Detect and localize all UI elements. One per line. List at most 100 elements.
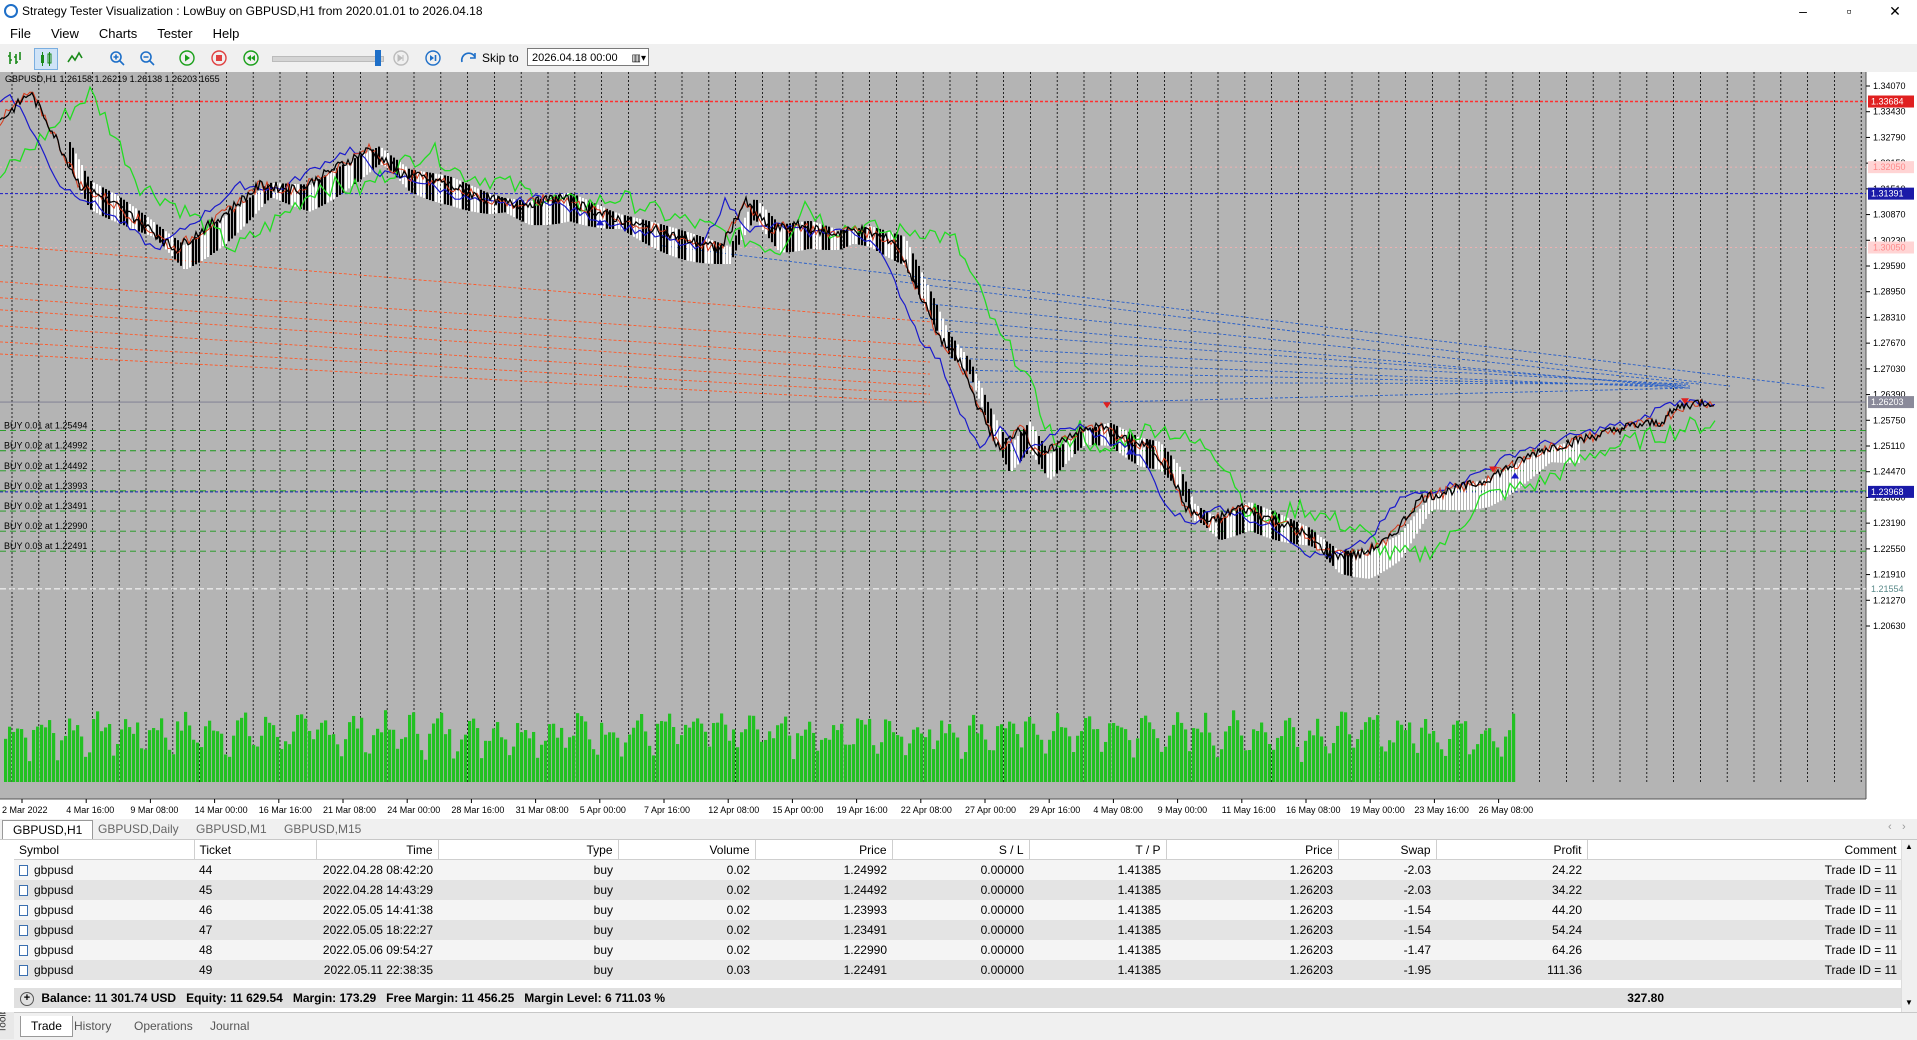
volume-bar	[1344, 712, 1348, 782]
volume-bar	[1480, 733, 1484, 782]
volume-bar	[924, 737, 928, 782]
volume-bar	[1300, 761, 1304, 782]
chart-tab-gbpusd-m1[interactable]: GBPUSD,M1	[186, 820, 277, 838]
table-row[interactable]: gbpusd 48 2022.05.06 09:54:27 buy 0.02 1…	[14, 940, 1902, 960]
time-scale-label: 4 May 08:00	[1093, 805, 1143, 815]
trades-scrollbar[interactable]: ▲ ▼	[1901, 840, 1917, 1012]
tab-journal[interactable]: Journal	[200, 1016, 259, 1036]
col-volume[interactable]: Volume	[618, 840, 756, 860]
volume-bar	[720, 713, 724, 782]
col-comment[interactable]: Comment	[1587, 840, 1903, 860]
volume-bar	[196, 742, 200, 782]
speed-slider-thumb[interactable]	[375, 50, 381, 66]
price-scale-label: 1.21910	[1873, 570, 1906, 580]
cell-swap: -1.54	[1338, 920, 1436, 940]
menu-view[interactable]: View	[41, 24, 89, 43]
tab-history[interactable]: History	[64, 1016, 121, 1036]
step-icon[interactable]	[390, 48, 412, 68]
menu-charts[interactable]: Charts	[89, 24, 147, 43]
chart-tab-gbpusd-m15[interactable]: GBPUSD,M15	[274, 820, 371, 838]
col-time[interactable]: Time	[316, 840, 439, 860]
menu-file[interactable]: File	[0, 24, 41, 43]
bar-chart-icon[interactable]	[4, 48, 26, 68]
cell-tp: 1.41385	[1029, 900, 1166, 920]
volume-bar	[488, 740, 492, 782]
buy-order-label: BUY 0.01 at 1.25494	[4, 421, 87, 431]
volume-bar	[256, 746, 260, 782]
tab-scroll-left-icon[interactable]: ‹	[1888, 821, 1892, 833]
chart-canvas[interactable]: 1.340701.334301.327901.321501.315101.308…	[0, 72, 1917, 819]
volume-bar	[728, 740, 732, 782]
candles-icon[interactable]	[34, 48, 58, 70]
volume-bar	[1308, 730, 1312, 782]
table-row[interactable]: gbpusd 49 2022.05.11 22:38:35 buy 0.03 1…	[14, 960, 1902, 980]
cell-ticket: 48	[194, 940, 316, 960]
volume-bar	[948, 723, 952, 782]
time-scale-label: 9 May 00:00	[1158, 805, 1208, 815]
tab-scroll-right-icon[interactable]: ›	[1902, 821, 1906, 833]
tab-operations[interactable]: Operations	[124, 1016, 203, 1036]
line-chart-icon[interactable]	[64, 48, 86, 68]
col-symbol[interactable]: Symbol	[14, 840, 195, 860]
menu-help[interactable]: Help	[203, 24, 250, 43]
volume-bar	[876, 753, 880, 782]
cell-ticket: 47	[194, 920, 316, 940]
table-row[interactable]: gbpusd 45 2022.04.28 14:43:29 buy 0.02 1…	[14, 880, 1902, 900]
rewind-icon[interactable]	[240, 48, 262, 68]
volume-bar	[1364, 722, 1368, 782]
volume-bar	[1280, 736, 1284, 782]
volume-bar	[932, 749, 936, 782]
cell-sl: 0.00000	[892, 920, 1029, 940]
table-row[interactable]: gbpusd 44 2022.04.28 08:42:20 buy 0.02 1…	[14, 859, 1902, 880]
zoom-out-icon[interactable]	[136, 48, 158, 68]
stop-icon[interactable]	[208, 48, 230, 68]
speed-slider[interactable]	[272, 50, 384, 66]
chart-tab-gbpusd-h1[interactable]: GBPUSD,H1	[2, 820, 94, 839]
scroll-up-icon[interactable]: ▲	[1905, 842, 1913, 851]
chart-tab-gbpusd-daily[interactable]: GBPUSD,Daily	[88, 820, 189, 838]
volume-bar	[880, 742, 884, 782]
maximize-button[interactable]: ▫	[1826, 0, 1872, 24]
skip-end-icon[interactable]	[422, 48, 444, 68]
volume-bar	[288, 744, 292, 782]
volume-bar	[972, 714, 976, 782]
close-button[interactable]: ✕	[1872, 0, 1917, 24]
col-swap[interactable]: Swap	[1338, 840, 1437, 860]
menu-tester[interactable]: Tester	[147, 24, 202, 43]
table-row[interactable]: gbpusd 47 2022.05.05 18:22:27 buy 0.02 1…	[14, 920, 1902, 940]
cell-comment: Trade ID = 11	[1587, 859, 1902, 880]
volume-bar	[1420, 727, 1424, 782]
volume-bar	[436, 718, 440, 782]
zoom-in-icon[interactable]	[106, 48, 128, 68]
scroll-down-icon[interactable]: ▼	[1905, 998, 1913, 1007]
volume-bar	[912, 729, 916, 782]
price-chart[interactable]: 1.340701.334301.327901.321501.315101.308…	[0, 72, 1917, 819]
volume-bar	[1392, 742, 1396, 782]
col-current-price[interactable]: Price	[1166, 840, 1339, 860]
col-profit[interactable]: Profit	[1436, 840, 1588, 860]
calendar-dropdown-icon[interactable]: ▥▾	[632, 50, 646, 68]
table-row[interactable]: gbpusd 46 2022.05.05 14:41:38 buy 0.02 1…	[14, 900, 1902, 920]
expand-icon[interactable]: +	[20, 991, 34, 1006]
minimize-button[interactable]: –	[1780, 0, 1826, 24]
volume-bar	[448, 729, 452, 782]
cell-sl: 0.00000	[892, 859, 1029, 880]
volume-bar	[956, 737, 960, 782]
col-type[interactable]: Type	[438, 840, 619, 860]
col-ticket[interactable]: Ticket	[194, 840, 317, 860]
volume-bar	[1044, 753, 1048, 782]
account-summary-row[interactable]: + Balance: 11 301.74 USD Equity: 11 629.…	[14, 988, 1902, 1008]
volume-bar	[976, 733, 980, 782]
volume-bar	[1312, 735, 1316, 782]
volume-bar	[444, 734, 448, 782]
position-icon	[19, 865, 28, 877]
col-tp[interactable]: T / P	[1029, 840, 1167, 860]
skip-to-date-input[interactable]: 2026.04.18 00:00 ▥▾	[527, 48, 649, 66]
col-sl[interactable]: S / L	[892, 840, 1030, 860]
volume-bar	[524, 730, 528, 782]
col-price[interactable]: Price	[755, 840, 893, 860]
volume-bar	[684, 724, 688, 782]
volume-bar	[616, 737, 620, 782]
play-icon[interactable]	[176, 48, 198, 68]
time-scale-label: 5 Apr 00:00	[580, 805, 626, 815]
